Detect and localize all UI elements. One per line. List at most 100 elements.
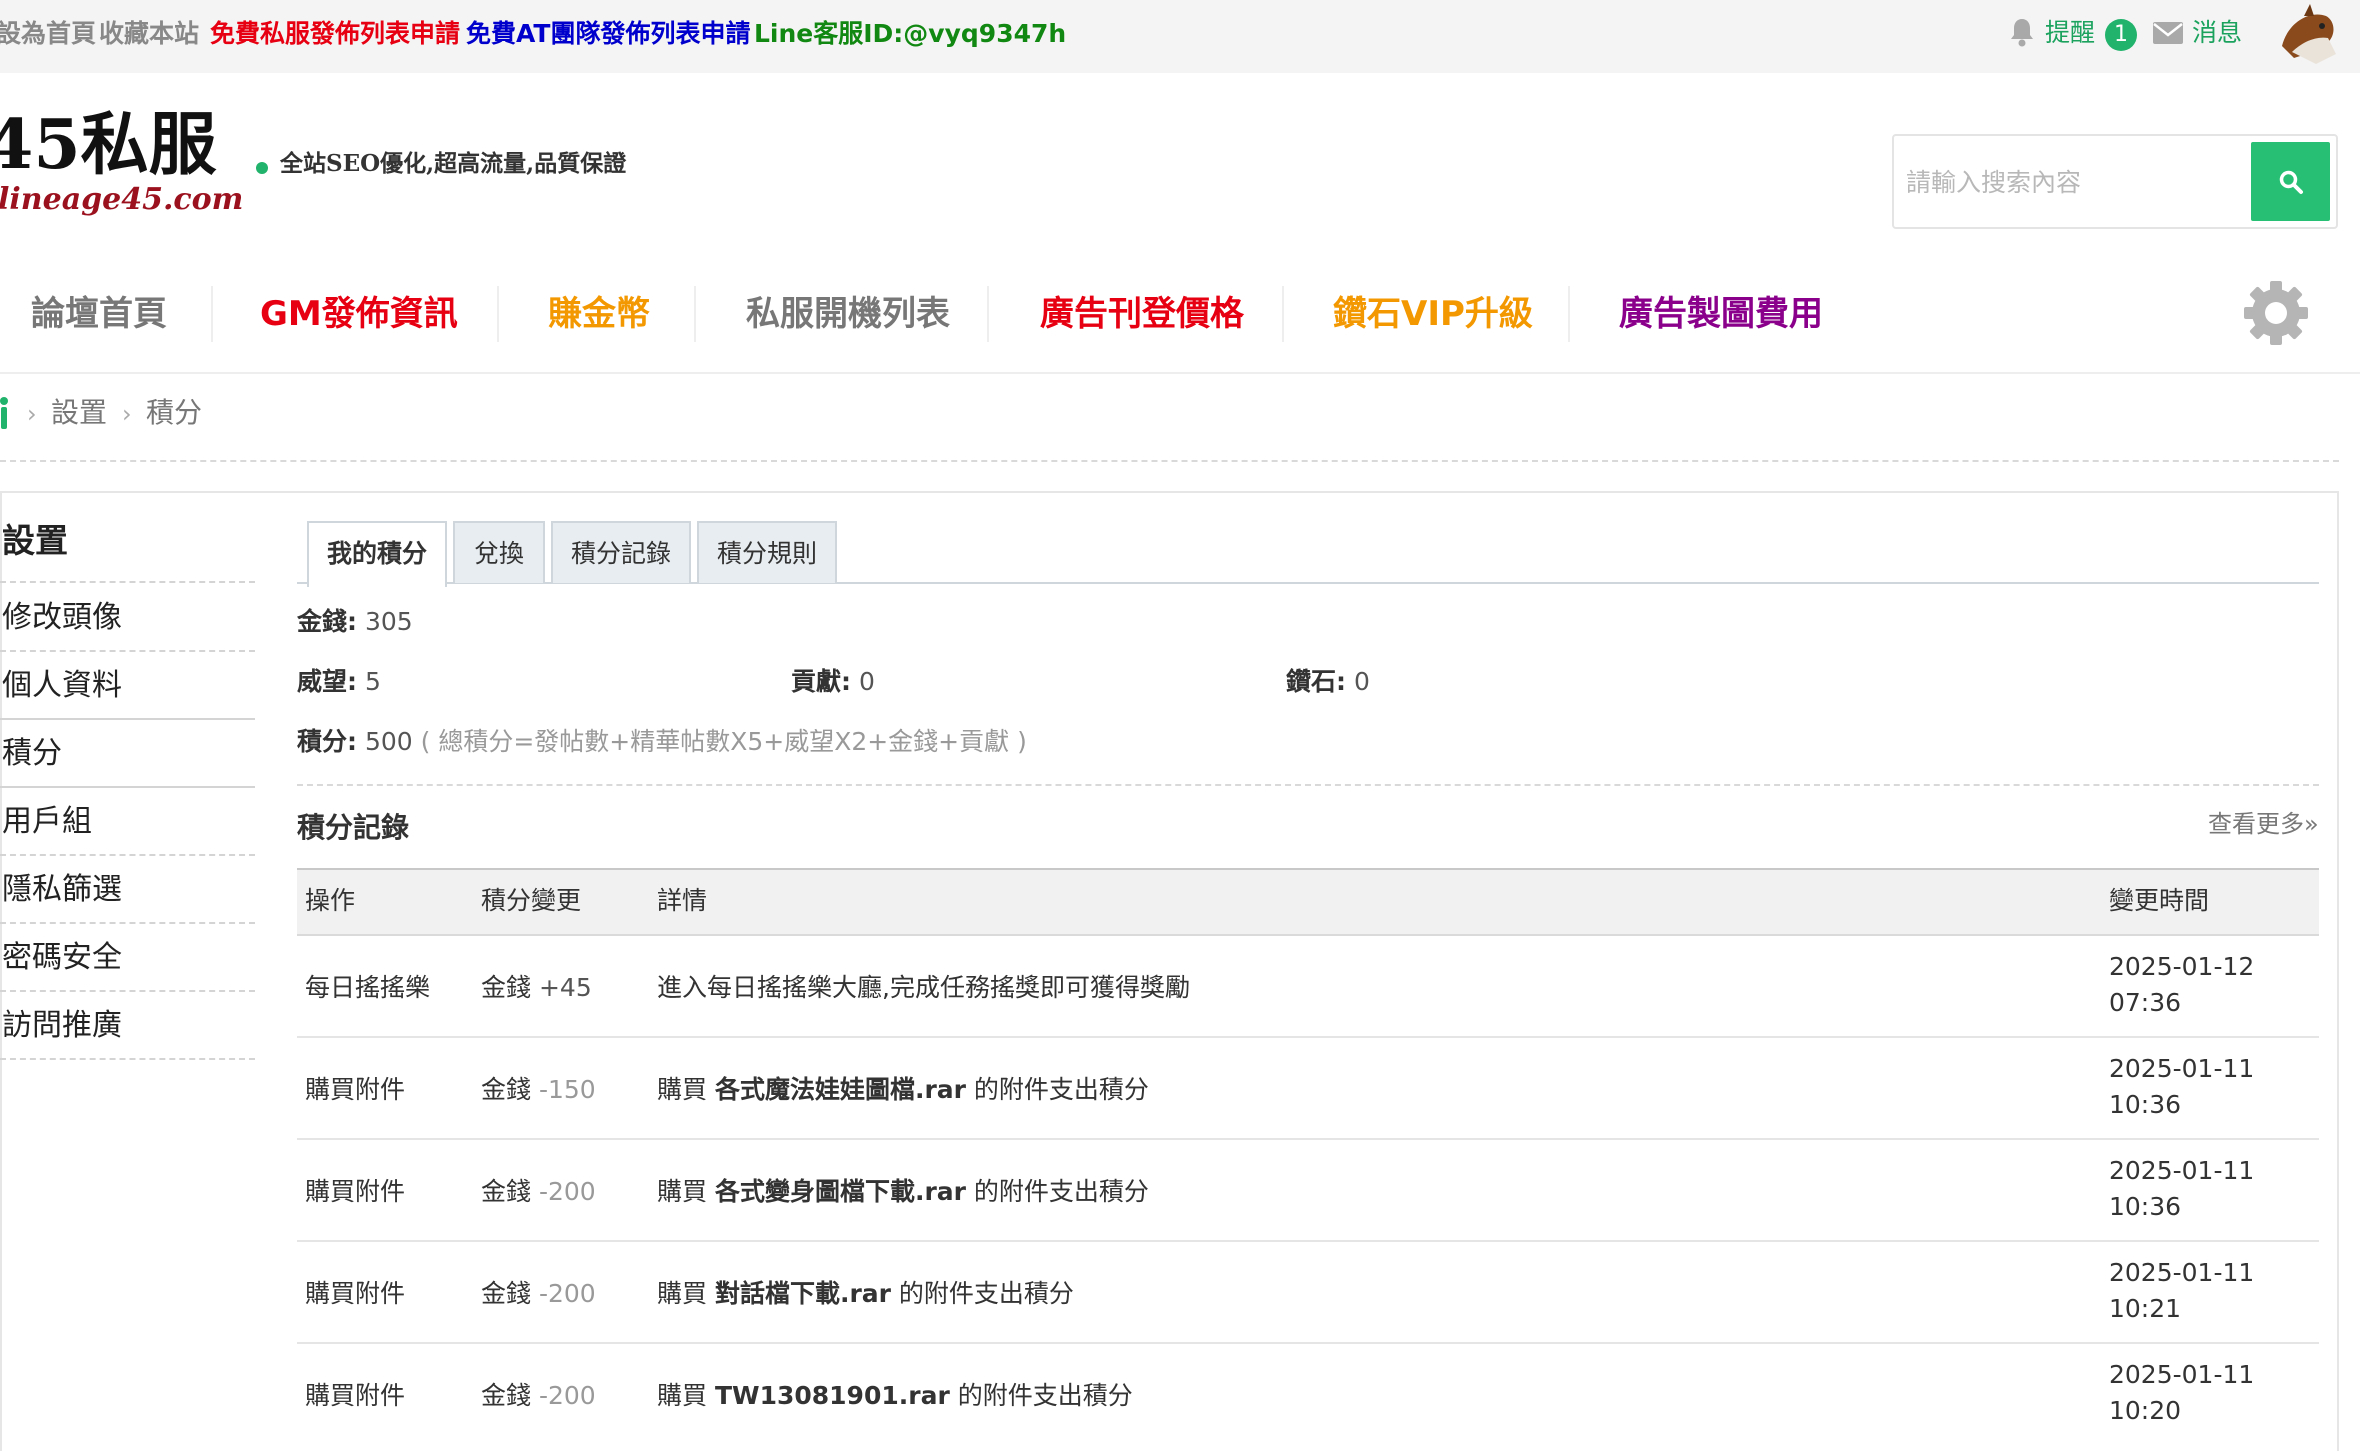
column-header-detail: 詳情 bbox=[657, 886, 708, 915]
envelope-icon[interactable] bbox=[2152, 21, 2184, 49]
nav-separator bbox=[211, 286, 213, 342]
table-row bbox=[297, 1140, 2319, 1242]
prestige-stat: 威望: 5 bbox=[297, 667, 381, 696]
set-homepage-link[interactable]: 設為首頁 bbox=[0, 18, 96, 50]
sidebar-item-profile[interactable]: 個人資料 bbox=[2, 666, 122, 706]
sidebar-title: 設置 bbox=[2, 521, 68, 560]
money-stat: 金錢: 305 bbox=[297, 607, 413, 636]
sidebar-item-avatar[interactable]: 修改頭像 bbox=[2, 598, 122, 638]
nav-separator bbox=[1568, 286, 1570, 342]
row-detail-link[interactable]: 各式魔法娃娃圖檔.rar bbox=[715, 1075, 966, 1104]
diamond-stat: 鑽石: 0 bbox=[1286, 667, 1370, 696]
tab-credit-log[interactable]: 積分記錄 bbox=[551, 521, 691, 583]
remind-count-badge: 1 bbox=[2105, 19, 2137, 51]
nav-forum-home[interactable]: 論壇首頁 bbox=[31, 289, 167, 339]
row-operation: 購買附件 bbox=[305, 1075, 406, 1104]
nav-separator bbox=[987, 286, 989, 342]
tab-credit-rules[interactable]: 積分規則 bbox=[697, 521, 837, 583]
table-header bbox=[297, 868, 2319, 936]
nav-earn-coins[interactable]: 賺金幣 bbox=[548, 289, 650, 339]
sidebar-item-usergroup[interactable]: 用戶組 bbox=[2, 802, 92, 842]
row-date: 2025-01-11 bbox=[2109, 1360, 2255, 1389]
row-time: 10:20 bbox=[2109, 1396, 2182, 1425]
nav-diamond-vip[interactable]: 鑽石VIP升級 bbox=[1333, 289, 1533, 339]
table-row bbox=[297, 936, 2319, 1038]
row-detail-link[interactable]: 對話檔下載.rar bbox=[715, 1279, 891, 1308]
slogan-dot-icon bbox=[256, 162, 268, 174]
row-detail: 購買 各式魔法娃娃圖檔.rar 的附件支出積分 bbox=[657, 1075, 1149, 1104]
message-link[interactable]: 消息 bbox=[2192, 16, 2242, 50]
row-operation: 購買附件 bbox=[305, 1279, 406, 1308]
row-date: 2025-01-11 bbox=[2109, 1054, 2255, 1083]
user-avatar[interactable] bbox=[2276, 2, 2340, 72]
gear-icon[interactable] bbox=[2241, 278, 2311, 352]
column-header-time: 變更時間 bbox=[2109, 886, 2210, 915]
sidebar-divider bbox=[0, 922, 255, 924]
logo-subtext: lineage45.com bbox=[0, 182, 244, 217]
row-operation: 每日搖搖樂 bbox=[305, 973, 431, 1002]
nav-separator bbox=[1282, 286, 1284, 342]
free-at-team-listing-link[interactable]: 免費AT團隊發佈列表申請 bbox=[466, 18, 750, 50]
row-detail: 購買 TW13081901.rar 的附件支出積分 bbox=[657, 1381, 1133, 1410]
sidebar-divider bbox=[0, 854, 255, 856]
row-time: 10:36 bbox=[2109, 1090, 2182, 1119]
sidebar-divider bbox=[0, 581, 255, 583]
remind-link[interactable]: 提醒 bbox=[2045, 16, 2095, 50]
line-support-link[interactable]: Line客服ID:@vyq9347h bbox=[754, 18, 1066, 50]
sidebar-item-privacy[interactable]: 隱私篩選 bbox=[2, 870, 122, 910]
sidebar-item-promotion[interactable]: 訪問推廣 bbox=[2, 1006, 122, 1046]
row-operation: 購買附件 bbox=[305, 1177, 406, 1206]
nav-bottom-border bbox=[0, 372, 2360, 374]
home-icon[interactable] bbox=[0, 396, 12, 434]
sidebar-divider bbox=[0, 650, 255, 652]
search-input[interactable] bbox=[1904, 158, 2238, 206]
sidebar-item-credits[interactable]: 積分 bbox=[2, 734, 62, 774]
chevron-right-icon: › bbox=[27, 400, 37, 428]
column-header-operation: 操作 bbox=[305, 886, 356, 915]
sidebar-divider bbox=[0, 718, 255, 720]
row-change: 金錢 -200 bbox=[481, 1381, 596, 1410]
row-date: 2025-01-12 bbox=[2109, 952, 2255, 981]
nav-ad-design-fee[interactable]: 廣告製圖費用 bbox=[1619, 289, 1823, 339]
chevron-right-icon: › bbox=[122, 400, 132, 428]
credits-stat: 積分: 500 ( 總積分=發帖數+精華帖數X5+威望X2+金錢+貢獻 ) bbox=[297, 727, 1027, 756]
row-detail-link[interactable]: 各式變身圖檔下載.rar bbox=[715, 1177, 966, 1206]
search-icon bbox=[2278, 169, 2304, 199]
nav-ad-prices[interactable]: 廣告刊登價格 bbox=[1040, 289, 1244, 339]
nav-server-list[interactable]: 私服開機列表 bbox=[746, 289, 950, 339]
column-header-change: 積分變更 bbox=[481, 886, 582, 915]
tab-exchange[interactable]: 兌換 bbox=[453, 521, 545, 583]
breadcrumb-credits: 積分 bbox=[146, 396, 203, 429]
row-change: 金錢 +45 bbox=[481, 973, 592, 1002]
nav-separator bbox=[694, 286, 696, 342]
view-more-link[interactable]: 查看更多» bbox=[2208, 808, 2319, 840]
free-server-listing-link[interactable]: 免費私服發佈列表申請 bbox=[210, 18, 460, 50]
bookmark-site-link[interactable]: 收藏本站 bbox=[99, 18, 199, 50]
table-row bbox=[297, 1038, 2319, 1140]
contribution-stat: 貢獻: 0 bbox=[791, 667, 875, 696]
table-row bbox=[297, 1344, 2319, 1434]
stats-divider bbox=[297, 784, 2319, 786]
credit-formula: ( 總積分=發帖數+精華帖數X5+威望X2+金錢+貢獻 ) bbox=[420, 727, 1027, 756]
sidebar-item-password[interactable]: 密碼安全 bbox=[2, 938, 122, 978]
bell-icon[interactable] bbox=[2008, 16, 2036, 52]
sidebar-divider bbox=[0, 990, 255, 992]
row-detail-link[interactable]: TW13081901.rar bbox=[715, 1381, 950, 1410]
row-date: 2025-01-11 bbox=[2109, 1258, 2255, 1287]
row-detail: 購買 各式變身圖檔下載.rar 的附件支出積分 bbox=[657, 1177, 1149, 1206]
search-button[interactable] bbox=[2251, 142, 2330, 221]
row-operation: 購買附件 bbox=[305, 1381, 406, 1410]
row-change: 金錢 -200 bbox=[481, 1279, 596, 1308]
tab-my-credits[interactable]: 我的積分 bbox=[307, 521, 447, 587]
row-date: 2025-01-11 bbox=[2109, 1156, 2255, 1185]
breadcrumb-divider bbox=[0, 460, 2339, 462]
site-slogan: 全站SEO優化,超高流量,品質保證 bbox=[280, 150, 627, 177]
table-row bbox=[297, 1242, 2319, 1344]
credit-log-title: 積分記錄 bbox=[297, 811, 410, 844]
sidebar-divider bbox=[0, 786, 255, 788]
nav-gm-news[interactable]: GM發佈資訊 bbox=[260, 289, 458, 339]
breadcrumb-settings[interactable]: 設置 bbox=[51, 395, 107, 431]
row-change: 金錢 -200 bbox=[481, 1177, 596, 1206]
site-logo[interactable]: 45私服 bbox=[0, 104, 217, 186]
row-time: 07:36 bbox=[2109, 988, 2182, 1017]
